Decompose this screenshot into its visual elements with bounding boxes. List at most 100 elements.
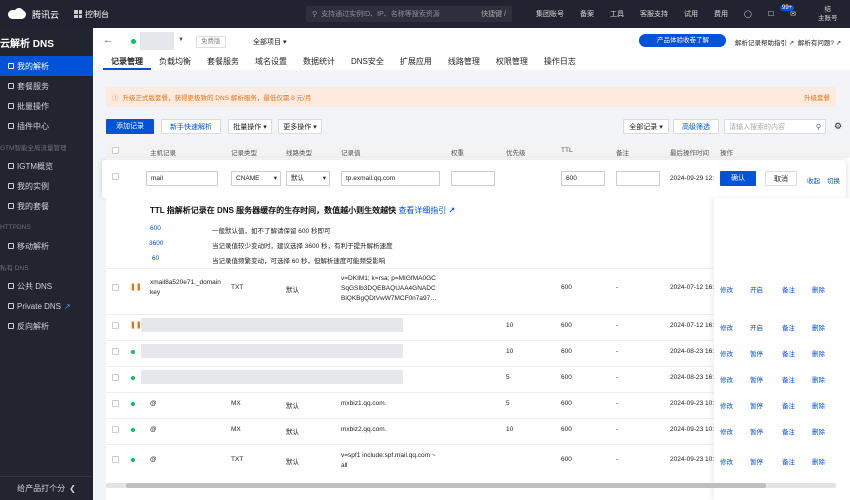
ttl-option-60[interactable]: 60 (152, 255, 159, 262)
ttl-option-3600[interactable]: 3600 (149, 240, 163, 247)
note-input[interactable] (616, 171, 660, 186)
bell-icon[interactable]: ☐ (760, 10, 782, 18)
tab-permissions[interactable]: 权限管理 (488, 56, 536, 70)
help-guide-link[interactable]: 解析记录帮助指引 (735, 40, 787, 47)
weight-input[interactable] (451, 171, 495, 186)
tab-logs[interactable]: 操作日志 (536, 56, 584, 70)
survey-banner-button[interactable]: 产品体验收卷了解 (639, 34, 726, 47)
row-checkbox[interactable] (112, 173, 119, 180)
confirm-button[interactable]: 确认 (720, 171, 756, 186)
sidebar-item-reverse[interactable]: 反向解析 (0, 316, 93, 336)
back-arrow-icon[interactable]: ← (103, 35, 113, 46)
tab-packages[interactable]: 套餐服务 (199, 56, 247, 70)
note-link[interactable]: 备注 (782, 374, 795, 384)
ttl-guide-link[interactable]: 查看详细指引 (398, 206, 446, 215)
row-checkbox[interactable] (112, 426, 119, 433)
sidebar-item-igtm-overview[interactable]: IGTM概览 (0, 156, 93, 176)
chevron-down-icon[interactable]: ▼ (178, 37, 184, 43)
delete-link[interactable]: 删除 (812, 400, 825, 410)
scrollbar-thumb[interactable] (126, 483, 766, 488)
edit-link[interactable]: 修改 (720, 322, 733, 332)
row-checkbox[interactable] (112, 322, 119, 329)
select-all-checkbox[interactable] (112, 147, 119, 154)
sidebar-item-packages[interactable]: 套餐服务 (0, 76, 93, 96)
switch-link[interactable]: 切换 (827, 175, 840, 185)
advanced-filter-button[interactable]: 高级筛选 (673, 119, 719, 134)
tab-dns-security[interactable]: DNS安全 (343, 56, 392, 70)
pause-link[interactable]: 暂停 (750, 426, 763, 436)
record-filter-select[interactable]: 全部记录 ▾ (623, 119, 669, 134)
top-nav-item[interactable]: 客服支持 (632, 9, 676, 19)
note-link[interactable]: 备注 (782, 400, 795, 410)
add-record-button[interactable]: 添加记录 (106, 119, 154, 134)
note-link[interactable]: 备注 (782, 456, 795, 466)
cancel-button[interactable]: 取消 (765, 171, 797, 186)
rate-product-button[interactable]: 给产品打个分 ❮ (0, 476, 93, 500)
pause-link[interactable]: 暂停 (750, 456, 763, 466)
edit-link[interactable]: 修改 (720, 400, 733, 410)
edit-link[interactable]: 修改 (720, 284, 733, 294)
edit-link[interactable]: 修改 (720, 374, 733, 384)
upgrade-link[interactable]: 升级套餐 (804, 92, 830, 102)
tab-lines[interactable]: 线路管理 (440, 56, 488, 70)
sidebar-item-mobile[interactable]: 移动解析 (0, 236, 93, 256)
row-checkbox[interactable] (112, 400, 119, 407)
mail-icon[interactable]: ✉ (782, 10, 804, 18)
sidebar-item-my-resolution[interactable]: 我的解析 (0, 56, 93, 76)
tab-records[interactable]: 记录管理 (103, 56, 151, 70)
sidebar-item-instances[interactable]: 我的实例 (0, 176, 93, 196)
host-input[interactable]: mail (146, 171, 218, 186)
more-ops-dropdown[interactable]: 更多操作 ▾ (278, 119, 322, 134)
note-link[interactable]: 备注 (782, 284, 795, 294)
edit-link[interactable]: 修改 (720, 456, 733, 466)
console-link[interactable]: 控制台 (74, 9, 109, 20)
horizontal-scrollbar[interactable] (106, 483, 836, 488)
top-nav-item[interactable]: 备案 (572, 9, 602, 19)
delete-link[interactable]: 删除 (812, 374, 825, 384)
sidebar-item-private-dns[interactable]: Private DNS ↗ (0, 296, 93, 316)
type-select[interactable]: CNAME ▾ (231, 171, 281, 186)
enable-link[interactable]: 开启 (750, 284, 763, 294)
ttl-input[interactable]: 600 (561, 171, 605, 186)
note-link[interactable]: 备注 (782, 322, 795, 332)
batch-ops-dropdown[interactable]: 批量操作 ▾ (228, 119, 272, 134)
tab-load-balance[interactable]: 负载均衡 (151, 56, 199, 70)
delete-link[interactable]: 删除 (812, 348, 825, 358)
delete-link[interactable]: 删除 (812, 284, 825, 294)
line-select[interactable]: 默认 ▾ (286, 171, 330, 186)
delete-link[interactable]: 删除 (812, 456, 825, 466)
row-checkbox[interactable] (112, 348, 119, 355)
edit-link[interactable]: 修改 (720, 348, 733, 358)
value-input[interactable]: tp.exmail.qq.com (341, 171, 440, 186)
ttl-option-600[interactable]: 600 (150, 225, 161, 232)
sidebar-item-public-dns[interactable]: 公共 DNS (0, 276, 93, 296)
top-nav-item[interactable]: 试用 (676, 9, 706, 19)
pause-link[interactable]: 暂停 (750, 348, 763, 358)
help-circle-icon[interactable]: ◯ (736, 10, 760, 18)
top-nav-item[interactable]: 集团账号 (528, 9, 572, 19)
row-checkbox[interactable] (112, 456, 119, 463)
project-select[interactable]: 全部项目 ▾ (253, 37, 286, 47)
top-nav-item[interactable]: 费用 (706, 9, 736, 19)
delete-link[interactable]: 删除 (812, 426, 825, 436)
top-nav-item[interactable]: 工具 (602, 9, 632, 19)
tab-domain-settings[interactable]: 域名设置 (247, 56, 295, 70)
tab-extensions[interactable]: 扩展应用 (392, 56, 440, 70)
brand-logo[interactable]: 腾讯云 (0, 7, 70, 21)
user-menu[interactable]: 结 主账号 (818, 5, 838, 23)
help-problem-link[interactable]: 解析有问题? (798, 40, 834, 47)
record-search-input[interactable]: 请输入搜索的内容 ⚲ (724, 119, 826, 134)
note-link[interactable]: 备注 (782, 348, 795, 358)
pause-link[interactable]: 暂停 (750, 374, 763, 384)
global-search-input[interactable]: ⚲ 支持通过实例ID、IP、名称等搜索资源 快捷键 / (306, 6, 512, 22)
quick-resolve-button[interactable]: 新手快速解析 (161, 119, 221, 134)
delete-link[interactable]: 删除 (812, 322, 825, 332)
row-checkbox[interactable] (112, 374, 119, 381)
sidebar-item-plugins[interactable]: 插件中心 (0, 116, 93, 136)
sidebar-item-batch[interactable]: 批量操作 (0, 96, 93, 116)
collapse-link[interactable]: 收起 (807, 175, 820, 185)
tab-stats[interactable]: 数据统计 (295, 56, 343, 70)
enable-link[interactable]: 开启 (750, 322, 763, 332)
chevron-left-icon[interactable]: ❮ (69, 484, 76, 493)
note-link[interactable]: 备注 (782, 426, 795, 436)
